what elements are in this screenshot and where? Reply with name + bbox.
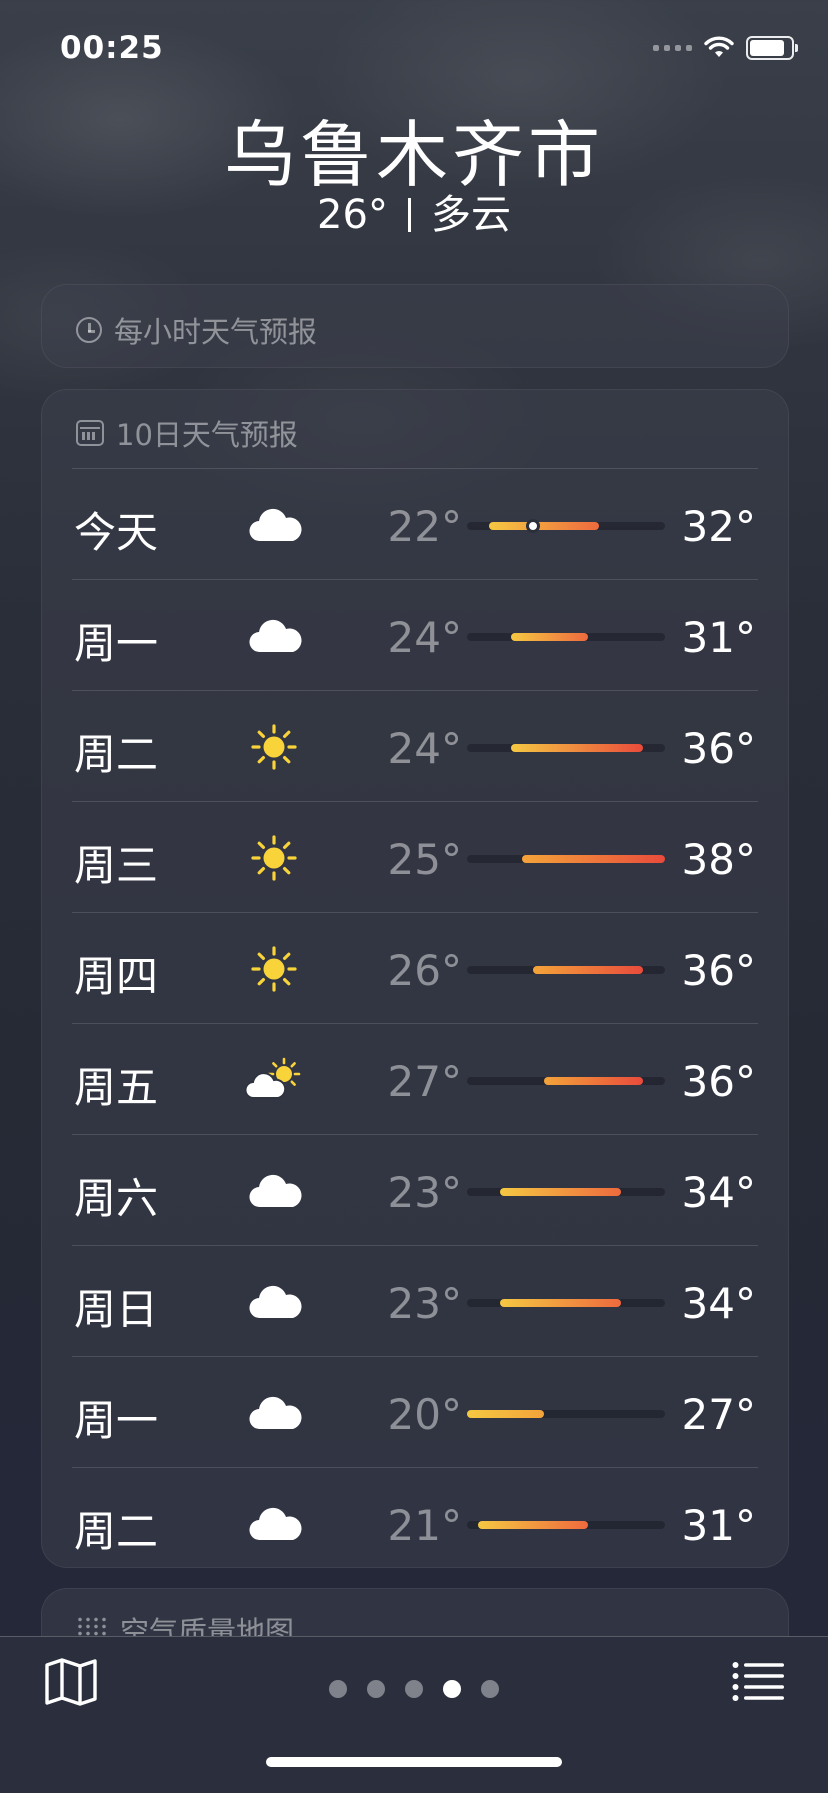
temp-range-track (467, 633, 665, 641)
temp-range-track (467, 1077, 665, 1085)
forecast-row: 周六 23° 34° (72, 1134, 758, 1245)
city-list-icon[interactable] (732, 1661, 784, 1701)
page-dot[interactable] (443, 1680, 461, 1698)
battery-icon (746, 36, 798, 60)
summary-divider (407, 198, 411, 232)
forecast-high: 27° (681, 1390, 756, 1439)
forecast-high: 36° (681, 946, 756, 995)
forecast-row: 周二 24° 36° (72, 690, 758, 801)
sun-icon (242, 834, 306, 882)
current-temp: 26° (317, 192, 388, 238)
page-indicator[interactable] (0, 1680, 828, 1698)
forecast-day: 周日 (74, 1285, 159, 1334)
cloud-icon (242, 612, 306, 660)
forecast-day: 周二 (74, 730, 159, 779)
hourly-forecast-title: 每小时天气预报 (114, 315, 318, 349)
partly-cloudy-icon (242, 1056, 306, 1104)
forecast-row: 周一 20° 27° (72, 1356, 758, 1467)
ten-day-forecast-card[interactable]: 10日天气预报 今天 22° 32° 周一 24° 31° 周二 24° 36°… (41, 389, 789, 1568)
forecast-day: 周一 (74, 619, 159, 668)
forecast-low: 21° (387, 1501, 462, 1550)
forecast-day: 周二 (74, 1507, 159, 1556)
forecast-row: 周日 23° 34° (72, 1245, 758, 1356)
forecast-high: 31° (681, 1501, 756, 1550)
current-summary: 26° 多云 (0, 182, 828, 240)
temp-range-bar (533, 966, 643, 974)
forecast-day: 周六 (74, 1174, 159, 1223)
cloud-icon (242, 501, 306, 549)
hourly-forecast-header: 每小时天气预报 (76, 309, 317, 351)
page-dot[interactable] (367, 1680, 385, 1698)
cloud-icon (242, 1389, 306, 1437)
current-condition: 多云 (430, 192, 511, 238)
status-indicators (653, 36, 798, 60)
forecast-high: 31° (681, 613, 756, 662)
temp-range-bar (489, 522, 599, 530)
page-dot[interactable] (329, 1680, 347, 1698)
temp-range-bar (544, 1077, 643, 1085)
temp-range-track (467, 1299, 665, 1307)
forecast-day: 周四 (74, 952, 159, 1001)
forecast-row: 周二 21° 31° (72, 1467, 758, 1578)
signal-icon (653, 45, 692, 51)
forecast-low: 22° (387, 502, 462, 551)
forecast-row: 周四 26° 36° (72, 912, 758, 1023)
page-dot[interactable] (481, 1680, 499, 1698)
temp-range-track (467, 519, 665, 533)
forecast-row: 周三 25° 38° (72, 801, 758, 912)
temp-range-bar (522, 855, 665, 863)
home-indicator (266, 1757, 562, 1767)
cloud-icon (242, 1278, 306, 1326)
forecast-high: 36° (681, 1057, 756, 1106)
temp-range-track (467, 855, 665, 863)
forecast-row: 今天 22° 32° (72, 468, 758, 579)
forecast-row: 周一 24° 31° (72, 579, 758, 690)
forecast-low: 24° (387, 724, 462, 773)
temp-range-bar (511, 744, 643, 752)
ten-day-forecast-header: 10日天气预报 (76, 412, 298, 454)
calendar-icon (76, 420, 104, 446)
forecast-low: 25° (387, 835, 462, 884)
temp-range-track (467, 966, 665, 974)
temp-range-bar (467, 1410, 544, 1418)
temp-range-track (467, 744, 665, 752)
hourly-forecast-card[interactable]: 每小时天气预报 (41, 284, 789, 368)
forecast-low: 24° (387, 613, 462, 662)
clock-icon (76, 317, 102, 343)
temp-range-bar (478, 1521, 588, 1529)
forecast-low: 26° (387, 946, 462, 995)
page-dot[interactable] (405, 1680, 423, 1698)
wifi-icon (704, 36, 734, 57)
temp-range-bar (500, 1299, 621, 1307)
cloud-icon (242, 1500, 306, 1548)
temp-range-bar (500, 1188, 621, 1196)
forecast-day: 周三 (74, 841, 159, 890)
cloud-icon (242, 1167, 306, 1215)
forecast-day: 周一 (74, 1396, 159, 1445)
forecast-high: 34° (681, 1279, 756, 1328)
forecast-low: 27° (387, 1057, 462, 1106)
temp-range-track (467, 1521, 665, 1529)
sun-icon (242, 723, 306, 771)
forecast-day: 周五 (74, 1063, 159, 1112)
forecast-high: 34° (681, 1168, 756, 1217)
forecast-day: 今天 (74, 508, 159, 557)
forecast-rows: 今天 22° 32° 周一 24° 31° 周二 24° 36° 周三 25° (72, 468, 758, 1578)
temp-range-track (467, 1188, 665, 1196)
temp-range-track (467, 1410, 665, 1418)
temp-range-bar (511, 633, 588, 641)
forecast-high: 36° (681, 724, 756, 773)
forecast-low: 20° (387, 1390, 462, 1439)
bottom-toolbar (0, 1636, 828, 1793)
forecast-high: 38° (681, 835, 756, 884)
forecast-high: 32° (681, 502, 756, 551)
status-time: 00:25 (60, 30, 164, 66)
current-temp-dot (526, 519, 540, 533)
sun-icon (242, 945, 306, 993)
forecast-low: 23° (387, 1168, 462, 1217)
forecast-low: 23° (387, 1279, 462, 1328)
forecast-row: 周五 27° 36° (72, 1023, 758, 1134)
ten-day-forecast-title: 10日天气预报 (116, 418, 298, 452)
